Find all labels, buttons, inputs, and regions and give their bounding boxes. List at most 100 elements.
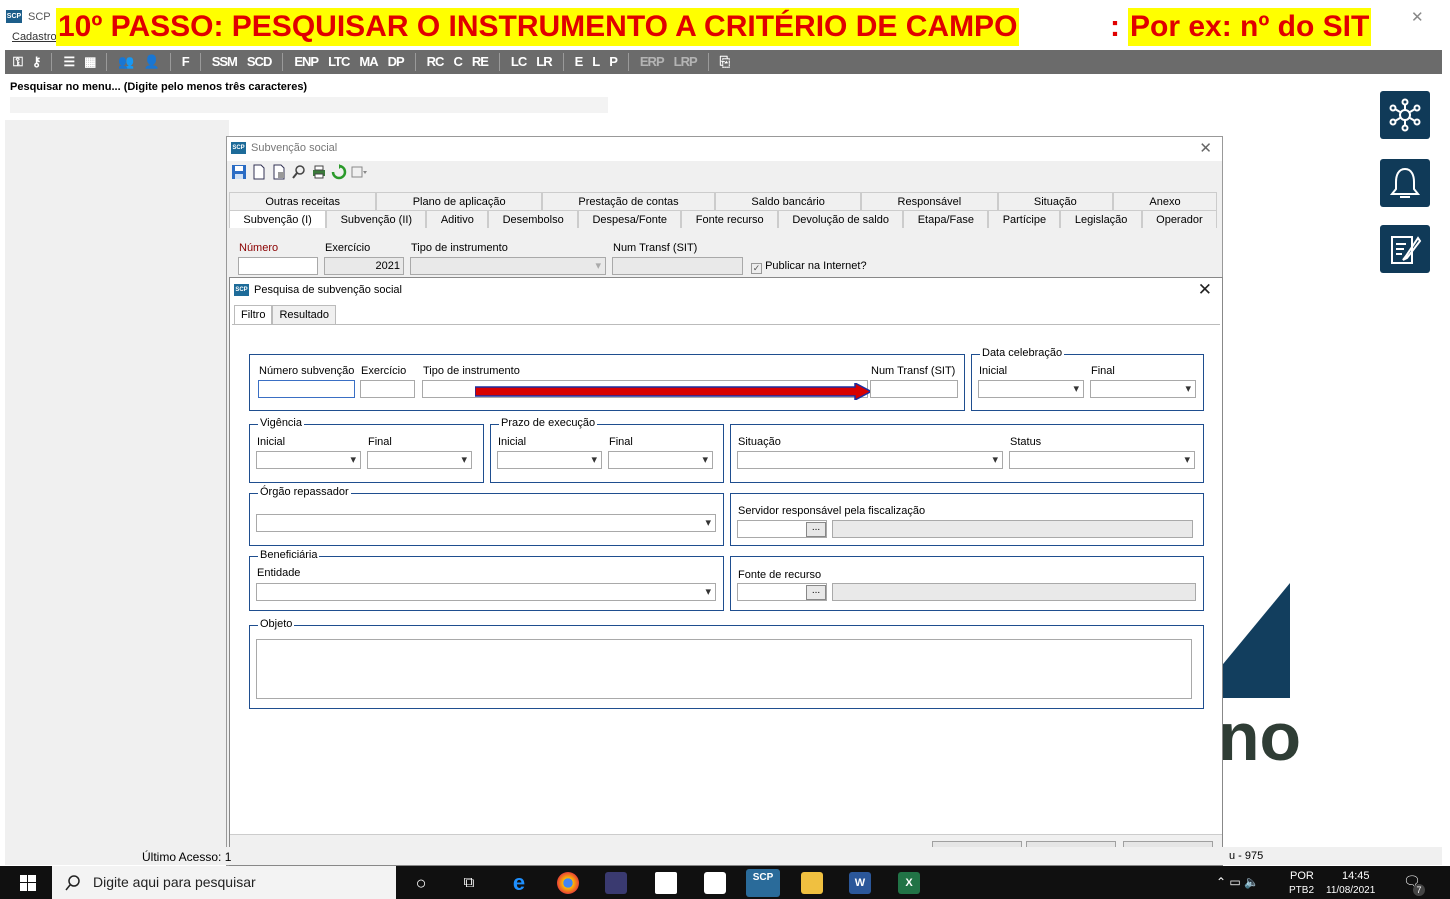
file-explorer-icon[interactable] [801, 872, 823, 894]
close-icon[interactable]: ✕ [1198, 280, 1212, 300]
tab-operador[interactable]: Operador [1141, 210, 1217, 228]
tab-etapa-fase[interactable]: Etapa/Fase [903, 210, 989, 228]
numero-subvencao-input[interactable] [258, 380, 355, 398]
toolbar-ma[interactable]: MA [355, 52, 381, 72]
toolbar-lr[interactable]: LR [532, 52, 555, 72]
network-icon[interactable] [1380, 91, 1430, 139]
tipo-instrumento-select[interactable] [410, 257, 606, 275]
tab-plano-aplicacao[interactable]: Plano de aplicação [376, 192, 543, 210]
toolbar-ltc[interactable]: LTC [324, 52, 353, 72]
tab-aditivo[interactable]: Aditivo [426, 210, 489, 228]
app-icon[interactable] [605, 872, 627, 894]
task-view-icon[interactable]: ⧉ [458, 872, 480, 894]
taskbar-search-box[interactable]: Digite aqui para pesquisar [52, 866, 396, 899]
tab-anexo[interactable]: Anexo [1113, 192, 1217, 210]
status-select[interactable] [1009, 451, 1195, 469]
orgao-repassador-select[interactable] [256, 514, 716, 532]
toolbar-erp[interactable]: ERP [636, 52, 668, 72]
objeto-textarea[interactable] [256, 639, 1192, 699]
key-icon[interactable]: ⚿ [9, 52, 26, 72]
prazo-inicial-select[interactable] [497, 451, 602, 469]
cortana-icon[interactable]: ○ [410, 872, 432, 894]
copy-document-icon[interactable] [271, 164, 287, 180]
excel-icon[interactable]: X [898, 872, 920, 894]
tab-saldo-bancario[interactable]: Saldo bancário [715, 192, 862, 210]
new-document-icon[interactable] [251, 164, 267, 180]
toolbar-p[interactable]: P [605, 52, 621, 72]
toolbar-lc[interactable]: LC [507, 52, 530, 72]
windows-start-icon[interactable] [20, 875, 36, 891]
num-transf-filter-input[interactable] [870, 380, 958, 398]
clock-time[interactable]: 14:45 [1342, 870, 1370, 882]
options-dropdown-icon[interactable] [351, 164, 367, 180]
tab-participe[interactable]: Partícipe [988, 210, 1061, 228]
close-icon[interactable]: ✕ [1199, 139, 1212, 157]
mail-icon[interactable] [704, 872, 726, 894]
exercicio-field[interactable]: 2021 [324, 257, 404, 275]
word-icon[interactable]: W [849, 872, 871, 894]
edge-icon[interactable]: e [508, 872, 530, 894]
situacao-group: Situação Status [730, 424, 1204, 483]
publicar-checkbox[interactable]: ✓ [751, 263, 762, 274]
app-close-icon[interactable]: ✕ [1411, 8, 1424, 26]
menu-search-input[interactable] [10, 97, 608, 113]
toolbar-f[interactable]: F [178, 52, 193, 72]
toolbar-e[interactable]: E [571, 52, 587, 72]
save-icon[interactable] [231, 164, 247, 180]
print-icon[interactable] [311, 164, 327, 180]
scp-taskbar-icon[interactable]: SCP [746, 869, 780, 897]
fonte-lookup-button[interactable]: ... [806, 585, 826, 600]
toolbar-re[interactable]: RE [468, 52, 492, 72]
tab-devolucao-saldo[interactable]: Devolução de saldo [778, 210, 904, 228]
vigencia-final-select[interactable] [367, 451, 472, 469]
tab-despesa-fonte[interactable]: Despesa/Fonte [578, 210, 682, 228]
tab-filtro[interactable]: Filtro [234, 305, 273, 325]
refresh-icon[interactable] [331, 164, 347, 180]
key-user-icon[interactable]: ⚷ [28, 52, 45, 72]
tab-outras-receitas[interactable]: Outras receitas [229, 192, 377, 210]
search-icon[interactable] [291, 164, 307, 180]
toolbar-l[interactable]: L [588, 52, 603, 72]
calendar-icon[interactable]: ▦ [80, 52, 99, 72]
tab-subvencao-i[interactable]: Subvenção (I) [229, 210, 327, 228]
exercicio-filter-input[interactable] [360, 380, 415, 398]
tab-resultado[interactable]: Resultado [272, 305, 336, 324]
tab-situacao[interactable]: Situação [997, 192, 1114, 210]
menu-cadastro[interactable]: Cadastro [12, 31, 57, 43]
vigencia-inicial-select[interactable] [256, 451, 361, 469]
tab-responsavel[interactable]: Responsável [861, 192, 998, 210]
toolbar-ssm[interactable]: SSM [208, 52, 241, 72]
language-indicator[interactable]: POR [1290, 870, 1314, 882]
edit-document-icon[interactable] [1380, 225, 1430, 273]
tab-subvencao-ii[interactable]: Subvenção (II) [326, 210, 427, 228]
tab-legislacao[interactable]: Legislação [1060, 210, 1142, 228]
num-transf-field[interactable] [612, 257, 743, 275]
objeto-group: Objeto [249, 618, 1204, 709]
publicar-checkbox-row[interactable]: ✓ Publicar na Internet? [751, 260, 867, 274]
user-icon[interactable]: 👤 [140, 52, 163, 72]
tab-fonte-recurso[interactable]: Fonte recurso [681, 210, 778, 228]
users-icon[interactable]: 👥 [114, 52, 137, 72]
clock-date[interactable]: 11/08/2021 [1326, 885, 1375, 896]
prazo-final-select[interactable] [608, 451, 713, 469]
servidor-lookup-button[interactable]: ... [806, 522, 826, 537]
system-tray-icons[interactable]: ⌃ ▭ 🔈 [1216, 875, 1259, 889]
numero-field[interactable] [238, 257, 318, 275]
celebracao-final-select[interactable] [1090, 380, 1196, 398]
exit-door-icon[interactable]: ⎘ [716, 52, 733, 72]
toolbar-lrp[interactable]: LRP [670, 52, 701, 72]
store-icon[interactable] [655, 872, 677, 894]
celebracao-inicial-select[interactable] [978, 380, 1084, 398]
situacao-select[interactable] [737, 451, 1003, 469]
tab-prestacao-contas[interactable]: Prestação de contas [542, 192, 716, 210]
tab-desembolso[interactable]: Desembolso [488, 210, 579, 228]
list-icon[interactable]: ☰ [59, 52, 78, 72]
toolbar-scd[interactable]: SCD [243, 52, 275, 72]
bell-icon[interactable] [1380, 159, 1430, 207]
toolbar-dp[interactable]: DP [384, 52, 408, 72]
entidade-select[interactable] [256, 583, 716, 601]
toolbar-rc[interactable]: RC [423, 52, 448, 72]
toolbar-c[interactable]: C [449, 52, 465, 72]
toolbar-enp[interactable]: ENP [290, 52, 322, 72]
chrome-icon[interactable] [557, 872, 579, 894]
